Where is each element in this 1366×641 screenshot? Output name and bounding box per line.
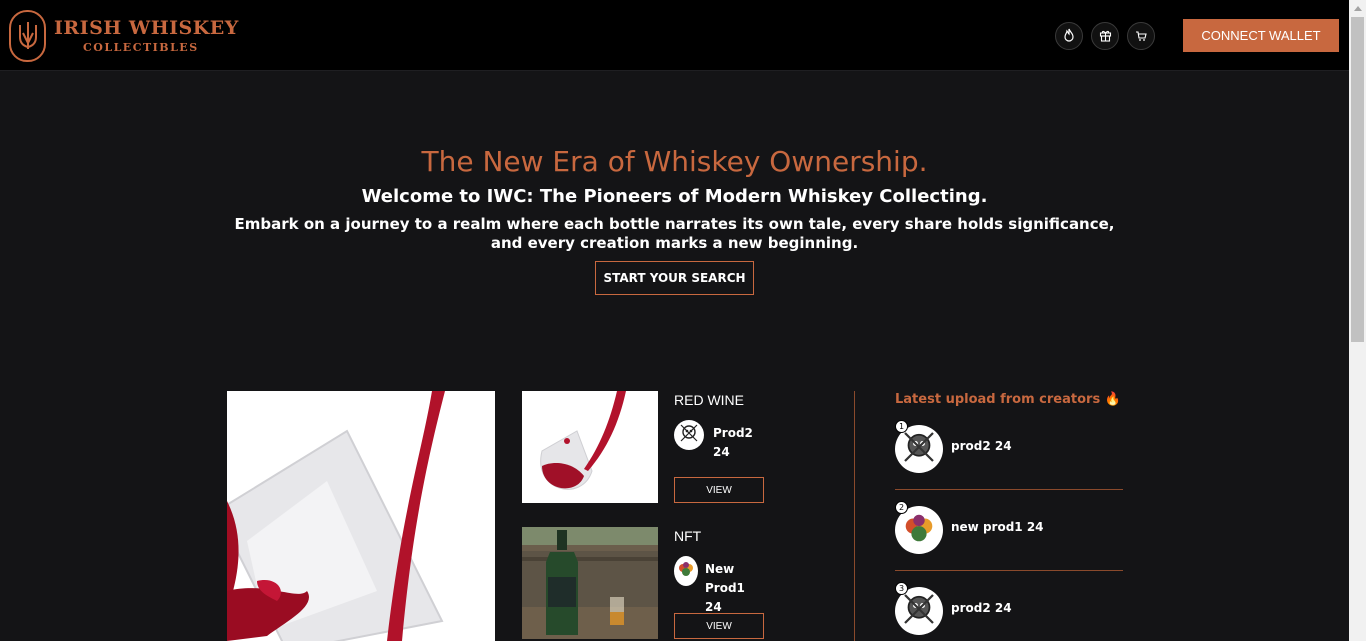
hero-description: Embark on a journey to a realm where eac…: [234, 215, 1115, 252]
cart-button[interactable]: [1127, 22, 1155, 50]
page-scrollbar[interactable]: [1349, 0, 1366, 641]
creator-name: new prod1 24: [951, 520, 1044, 534]
fire-icon: [1063, 27, 1075, 46]
list-divider: [895, 570, 1123, 571]
list-divider: [895, 489, 1123, 490]
latest-upload-item[interactable]: 3 prod2 24: [895, 582, 1123, 637]
latest-uploads-title: Latest upload from creators 🔥: [895, 392, 1121, 407]
start-search-button[interactable]: START YOUR SEARCH: [595, 261, 754, 295]
creator-avatar[interactable]: [674, 420, 704, 450]
scrollbar-thumb[interactable]: [1351, 17, 1364, 342]
latest-upload-item[interactable]: 1 prod2 24: [895, 420, 1123, 475]
gift-button[interactable]: [1091, 22, 1119, 50]
brand-logo[interactable]: IRISH WHISKEY COLLECTIBLES: [9, 10, 239, 62]
cart-icon: [1135, 27, 1147, 46]
skull-icon: [898, 426, 940, 472]
creator-name: prod2 24: [951, 601, 1012, 615]
hero-title: The New Era of Whiskey Ownership.: [421, 145, 928, 178]
brand-title: IRISH WHISKEY: [54, 17, 239, 39]
top-navbar: IRISH WHISKEY COLLECTIBLES CONNECT WALLE…: [0, 0, 1349, 71]
card-title[interactable]: RED WINE: [674, 392, 744, 408]
card-image[interactable]: [522, 391, 658, 503]
rank-badge: 3: [895, 582, 908, 595]
rank-badge: 1: [895, 420, 908, 433]
leaf-icon: [900, 509, 938, 551]
creator-name[interactable]: Prod2 24: [713, 424, 758, 462]
hero-subtitle: Welcome to IWC: The Pioneers of Modern W…: [361, 186, 988, 207]
skull-icon: [677, 421, 701, 449]
hero-section: The New Era of Whiskey Ownership. Welcom…: [0, 145, 1349, 295]
scroll-up-arrow-icon[interactable]: [1349, 0, 1366, 17]
latest-upload-item[interactable]: 2 new prod1 24: [895, 501, 1123, 556]
card-image[interactable]: [522, 527, 658, 639]
brand-subtitle: COLLECTIBLES: [83, 41, 199, 54]
card-title[interactable]: NFT: [674, 528, 701, 544]
logo-emblem-icon: [9, 10, 46, 62]
creator-name[interactable]: New Prod1 24: [705, 560, 760, 617]
creator-name: prod2 24: [951, 439, 1012, 453]
trending-button[interactable]: [1055, 22, 1083, 50]
featured-wine-image[interactable]: [227, 391, 495, 641]
skull-icon: [898, 588, 940, 634]
rank-badge: 2: [895, 501, 908, 514]
connect-wallet-button[interactable]: CONNECT WALLET: [1183, 19, 1339, 52]
gift-icon: [1099, 27, 1112, 46]
view-button[interactable]: VIEW: [674, 477, 764, 503]
leaf-icon: [676, 559, 696, 583]
view-button[interactable]: VIEW: [674, 613, 764, 639]
creator-avatar[interactable]: [674, 556, 698, 586]
section-divider: [854, 391, 855, 641]
